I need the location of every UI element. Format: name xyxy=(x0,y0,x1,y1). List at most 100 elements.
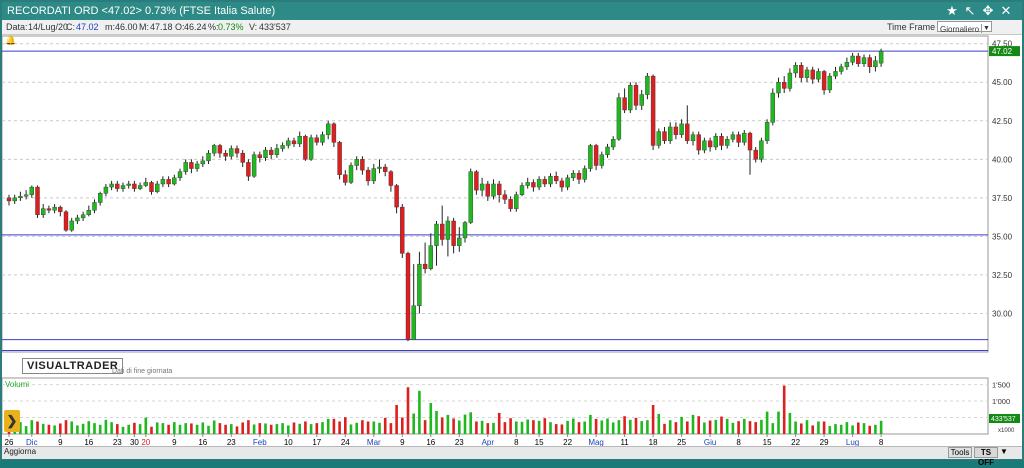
volume-bar xyxy=(646,420,649,434)
volume-bar xyxy=(720,416,723,434)
volume-bar xyxy=(326,418,330,434)
volume-bar xyxy=(304,421,307,434)
candle-body xyxy=(816,71,821,80)
x-tick-label: 25 xyxy=(677,438,686,446)
volume-bar xyxy=(70,421,73,434)
volume-unit-label: x1000 xyxy=(998,428,1015,434)
candle-body xyxy=(787,72,793,89)
candle-body xyxy=(582,168,587,180)
x-tick-label: 16 xyxy=(426,438,435,446)
scroll-down-icon[interactable]: ▼ xyxy=(1000,447,1008,456)
candle-body xyxy=(29,186,34,195)
volume-bar xyxy=(59,423,62,434)
candle-body xyxy=(297,135,302,145)
candle-body xyxy=(132,183,137,189)
volume-bar xyxy=(378,422,381,434)
volume-bar xyxy=(64,420,68,434)
x-tick-label: 18 xyxy=(649,438,658,446)
candle-body xyxy=(628,85,633,111)
candle-body xyxy=(770,92,775,123)
candle-body xyxy=(645,75,650,95)
volume-bar xyxy=(794,421,797,434)
candle-body xyxy=(223,152,228,157)
candle-body xyxy=(291,140,297,145)
volume-bar xyxy=(509,418,512,434)
volume-bar xyxy=(406,387,410,434)
volume-bar xyxy=(629,419,632,434)
candle-body xyxy=(411,305,416,340)
volume-bar xyxy=(731,422,735,434)
volume-bar xyxy=(440,417,444,434)
candle-body xyxy=(633,85,639,106)
volume-bar xyxy=(748,421,752,434)
refresh-button[interactable]: Aggiorna xyxy=(4,447,36,456)
candle-body xyxy=(679,123,684,135)
volume-bar xyxy=(497,412,501,434)
candle-body xyxy=(616,97,622,140)
volume-bar xyxy=(492,422,495,434)
candle-body xyxy=(713,135,718,148)
candle-body xyxy=(502,194,508,200)
candle-body xyxy=(371,168,376,182)
candle-body xyxy=(844,62,850,68)
ts-off-button[interactable]: TS OFF xyxy=(974,447,998,467)
candle-body xyxy=(86,209,92,216)
volume-bar xyxy=(777,411,780,434)
volume-bar xyxy=(207,425,210,434)
volume-bar xyxy=(446,414,450,434)
candle-body xyxy=(833,71,838,77)
volume-bar xyxy=(184,423,187,434)
candle-body xyxy=(736,134,741,143)
candle-body xyxy=(308,137,314,160)
candle-body xyxy=(457,237,462,246)
candle-body xyxy=(149,182,154,192)
candle-body xyxy=(343,174,348,183)
volume-bar xyxy=(697,416,700,434)
volume-bar xyxy=(41,423,45,434)
volume-bar xyxy=(714,419,718,434)
candle-body xyxy=(320,134,325,143)
volume-bar xyxy=(309,424,313,434)
x-tick-label: 22 xyxy=(563,438,572,446)
candle-body xyxy=(422,263,428,269)
candle-body xyxy=(360,159,365,171)
candle-body xyxy=(160,179,166,185)
tools-button[interactable]: Tools xyxy=(948,447,972,458)
volume-bar xyxy=(737,421,740,434)
candle-body xyxy=(211,145,217,154)
candle-body xyxy=(850,55,855,63)
candle-body xyxy=(742,132,747,143)
expand-panel-button[interactable]: ❯ xyxy=(4,410,20,432)
price-chart[interactable]: 47.5045.0042.5040.0037.5035.0032.5030.00… xyxy=(2,2,1022,446)
candle-body xyxy=(856,55,861,64)
volume-bar xyxy=(110,422,113,434)
candle-body xyxy=(377,166,382,169)
alert-bell-icon[interactable]: 🔔 xyxy=(5,35,16,46)
candle-body xyxy=(485,183,490,197)
volume-tick-label: 1'000 xyxy=(992,397,1010,406)
candle-body xyxy=(365,169,371,182)
candle-body xyxy=(861,57,867,64)
candle-body xyxy=(707,140,713,148)
candle-body xyxy=(23,194,29,197)
volume-bar xyxy=(822,421,826,434)
candle-body xyxy=(696,134,701,151)
candle-body xyxy=(286,140,291,146)
candle-body xyxy=(611,139,616,148)
candle-body xyxy=(514,194,519,209)
volume-bar xyxy=(651,405,655,434)
volume-bar xyxy=(195,424,199,434)
volume-bar xyxy=(845,422,849,434)
price-tick-label: 32.50 xyxy=(992,271,1013,280)
volume-bar xyxy=(241,422,244,434)
candle-body xyxy=(810,69,815,80)
volume-bar xyxy=(252,424,256,434)
x-tick-label: 17 xyxy=(312,438,321,446)
volume-bar xyxy=(201,422,205,434)
volume-bar xyxy=(395,405,398,434)
candle-body xyxy=(274,148,280,155)
volume-bar xyxy=(423,420,427,434)
volume-bar xyxy=(617,420,621,434)
x-tick-label: 26 xyxy=(5,438,14,446)
candle-body xyxy=(462,222,468,239)
